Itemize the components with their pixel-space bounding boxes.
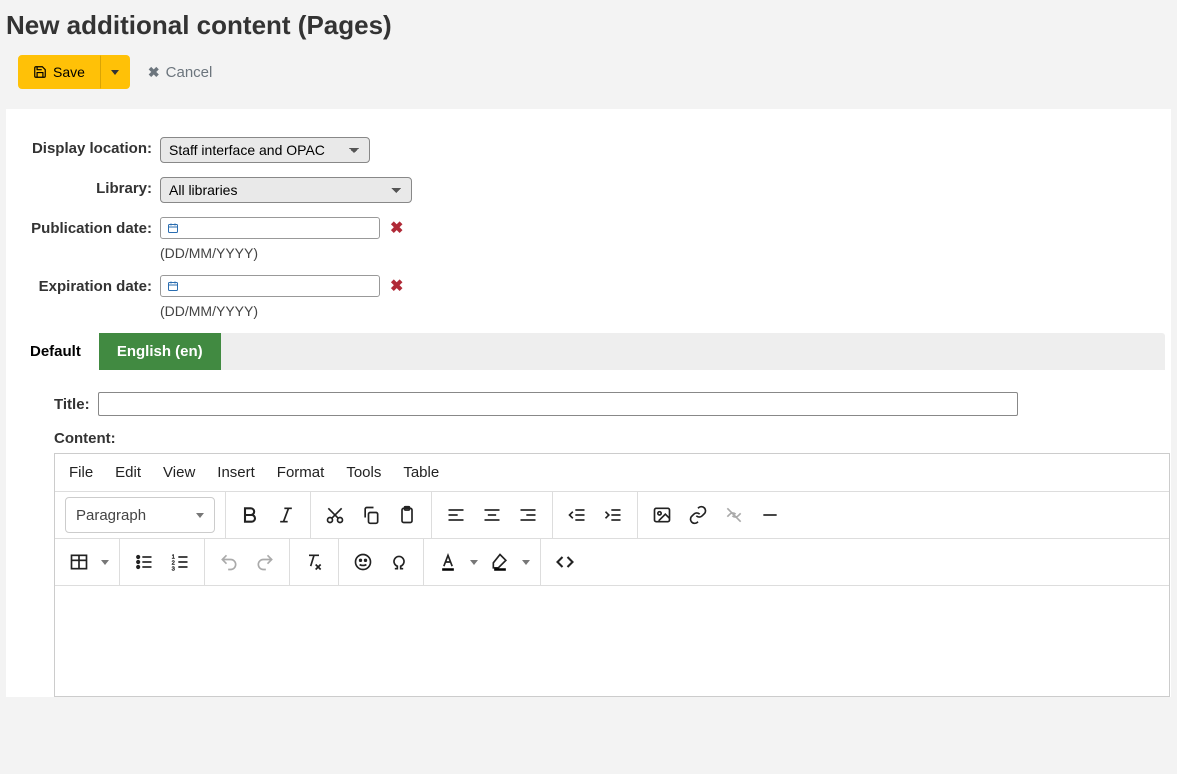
bullet-list-button[interactable] bbox=[130, 548, 158, 576]
cancel-label: Cancel bbox=[166, 64, 213, 81]
save-dropdown-toggle[interactable] bbox=[100, 55, 130, 89]
menu-view[interactable]: View bbox=[163, 464, 195, 481]
publication-date-label: Publication date: bbox=[12, 217, 160, 239]
text-color-button[interactable] bbox=[434, 548, 462, 576]
align-center-button[interactable] bbox=[478, 501, 506, 529]
undo-button[interactable] bbox=[215, 548, 243, 576]
close-icon: ✖ bbox=[148, 64, 160, 81]
menu-format[interactable]: Format bbox=[277, 464, 325, 481]
form-panel: Display location: Staff interface and OP… bbox=[6, 109, 1171, 697]
align-left-button[interactable] bbox=[442, 501, 470, 529]
expiration-date-hint: (DD/MM/YYYY) bbox=[160, 303, 1165, 319]
title-input[interactable] bbox=[98, 392, 1018, 416]
rich-text-editor: File Edit View Insert Format Tools Table… bbox=[54, 453, 1170, 697]
editor-toolbar-row-2: 123 bbox=[55, 539, 1169, 586]
block-format-select[interactable]: Paragraph bbox=[65, 497, 215, 533]
menu-file[interactable]: File bbox=[69, 464, 93, 481]
display-location-select[interactable]: Staff interface and OPAC bbox=[160, 137, 370, 163]
clear-expiration-date-icon[interactable]: ✖ bbox=[390, 276, 403, 296]
source-code-button[interactable] bbox=[551, 548, 579, 576]
horizontal-rule-button[interactable] bbox=[756, 501, 784, 529]
chevron-down-icon bbox=[470, 560, 478, 565]
calendar-icon bbox=[167, 280, 179, 292]
highlight-color-button[interactable] bbox=[486, 548, 514, 576]
clear-publication-date-icon[interactable]: ✖ bbox=[390, 218, 403, 238]
menu-table[interactable]: Table bbox=[403, 464, 439, 481]
cancel-link[interactable]: ✖ Cancel bbox=[148, 64, 212, 81]
image-button[interactable] bbox=[648, 501, 676, 529]
caret-down-icon bbox=[111, 70, 119, 75]
numbered-list-button[interactable]: 123 bbox=[166, 548, 194, 576]
chevron-down-icon bbox=[522, 560, 530, 565]
chevron-down-icon bbox=[196, 513, 204, 518]
cut-button[interactable] bbox=[321, 501, 349, 529]
emoji-button[interactable] bbox=[349, 548, 377, 576]
display-location-label: Display location: bbox=[12, 137, 160, 159]
editor-canvas[interactable] bbox=[55, 586, 1169, 696]
indent-button[interactable] bbox=[599, 501, 627, 529]
library-label: Library: bbox=[12, 177, 160, 199]
language-tabs: Default English (en) bbox=[12, 333, 1165, 370]
page-title: New additional content (Pages) bbox=[6, 10, 1171, 41]
clear-format-button[interactable] bbox=[300, 548, 328, 576]
unlink-button[interactable] bbox=[720, 501, 748, 529]
table-button[interactable] bbox=[65, 548, 93, 576]
copy-button[interactable] bbox=[357, 501, 385, 529]
content-label: Content: bbox=[54, 430, 1165, 447]
outdent-button[interactable] bbox=[563, 501, 591, 529]
menu-edit[interactable]: Edit bbox=[115, 464, 141, 481]
publication-date-input[interactable] bbox=[160, 217, 380, 239]
align-right-button[interactable] bbox=[514, 501, 542, 529]
calendar-icon bbox=[167, 222, 179, 234]
save-icon bbox=[33, 65, 47, 79]
italic-button[interactable] bbox=[272, 501, 300, 529]
menu-tools[interactable]: Tools bbox=[346, 464, 381, 481]
expiration-date-label: Expiration date: bbox=[12, 275, 160, 297]
tab-default[interactable]: Default bbox=[12, 333, 99, 370]
svg-text:3: 3 bbox=[172, 566, 175, 572]
title-label: Title: bbox=[54, 396, 90, 413]
editor-toolbar-row-1: Paragraph bbox=[55, 492, 1169, 539]
publication-date-hint: (DD/MM/YYYY) bbox=[160, 245, 1165, 261]
redo-button[interactable] bbox=[251, 548, 279, 576]
chevron-down-icon bbox=[101, 560, 109, 565]
expiration-date-input[interactable] bbox=[160, 275, 380, 297]
bold-button[interactable] bbox=[236, 501, 264, 529]
tab-english[interactable]: English (en) bbox=[99, 333, 221, 370]
special-char-button[interactable] bbox=[385, 548, 413, 576]
library-select[interactable]: All libraries bbox=[160, 177, 412, 203]
save-button[interactable]: Save bbox=[18, 55, 100, 89]
link-button[interactable] bbox=[684, 501, 712, 529]
paste-button[interactable] bbox=[393, 501, 421, 529]
save-button-label: Save bbox=[53, 64, 85, 80]
menu-insert[interactable]: Insert bbox=[217, 464, 255, 481]
editor-menubar: File Edit View Insert Format Tools Table bbox=[55, 454, 1169, 492]
save-button-group: Save bbox=[18, 55, 130, 89]
